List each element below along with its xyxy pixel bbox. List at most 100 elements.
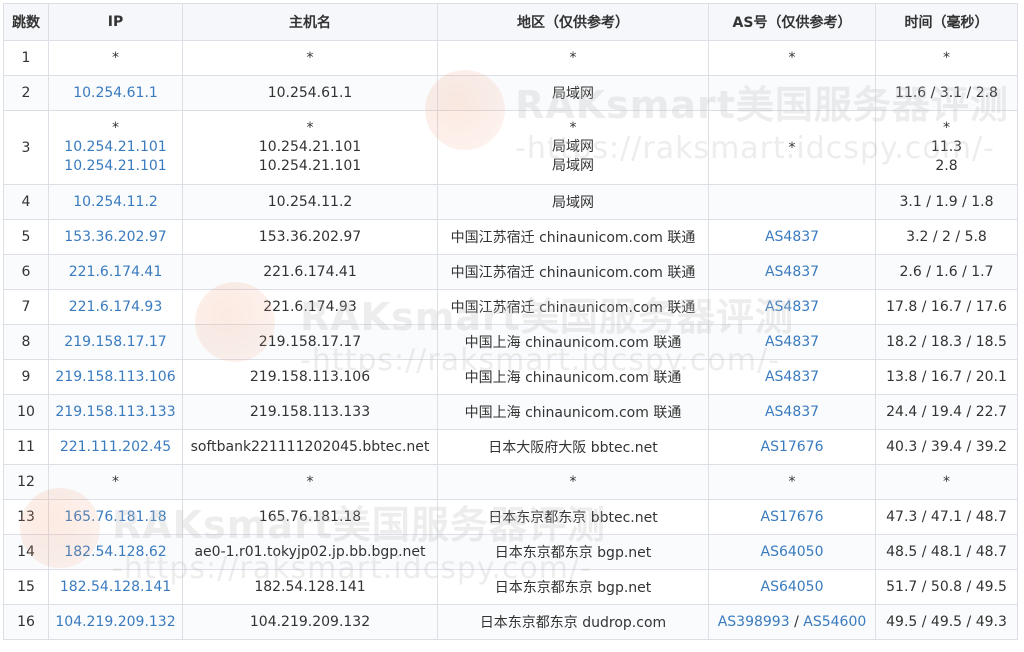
time-text: * [943,474,950,490]
ip-link[interactable]: 153.36.202.97 [64,229,166,245]
hostname-cell: * [182,40,438,76]
hostname-text: 221.6.174.93 [263,299,357,315]
as-text: * [788,139,796,156]
table-row: 5 153.36.202.97 153.36.202.97 中国江苏宿迁 chinau… [3,219,1018,255]
as-link[interactable]: AS4837 [765,299,819,315]
hop-cell: 5 [3,219,49,255]
table-row: 9 219.158.113.106 219.158.113.106 中国上海 chin… [3,359,1018,395]
as-link[interactable]: AS398993 [718,614,790,630]
region-text: 中国江苏宿迁 chinaunicom.com 联通 [450,300,696,316]
region-cell: 中国上海 chinaunicom.com 联通 [437,394,709,430]
ip-link[interactable]: 219.158.113.106 [55,369,175,385]
ip-text: * [112,50,119,66]
region-cell: 中国江苏宿迁 chinaunicom.com 联通 [437,219,709,255]
table-row: 2 10.254.61.1 10.254.61.1 局域网 11.6 / 3.1 / 2… [3,75,1018,111]
ip-cell: 182.54.128.141 [48,569,183,605]
table-row: 7 221.6.174.93 221.6.174.93 中国江苏宿迁 chinauni… [3,289,1018,325]
ip-link[interactable]: 221.6.174.93 [69,299,163,315]
table-row: 11 221.111.202.45 softbank221111202045.bbt… [3,429,1018,465]
time-cell: 11.6 / 3.1 / 2.8 [875,75,1018,111]
region-text: * [569,474,577,490]
time-text: 17.8 / 16.7 / 17.6 [886,299,1007,315]
table-row: 4 10.254.11.2 10.254.11.2 局域网 3.1 / 1.9 / 1.… [3,184,1018,220]
ip-cell: 10.254.61.1 [48,75,183,111]
hostname-text: 10.254.21.101 [258,139,362,155]
header-ip: IP [48,3,183,41]
as-link[interactable]: AS4837 [765,334,819,350]
time-cell: 51.7 / 50.8 / 49.5 [875,569,1018,605]
watermark-logo [195,282,275,362]
as-link[interactable]: AS54600 [803,614,866,630]
ip-link[interactable]: 10.254.21.101 [51,138,180,157]
table-row: 8 219.158.17.17 219.158.17.17 中国上海 chinauni… [3,324,1018,360]
ip-link[interactable]: 219.158.113.133 [55,404,175,420]
time-cell: 3.1 / 1.9 / 1.8 [875,184,1018,220]
time-cell: 17.8 / 16.7 / 17.6 [875,289,1018,325]
table-row: 12 * * * * * [3,464,1018,500]
ip-link[interactable]: 219.158.17.17 [64,334,166,350]
region-cell: * [437,40,709,76]
as-link[interactable]: AS64050 [761,579,824,595]
hop-cell: 1 [3,40,49,76]
time-cell: 3.2 / 2 / 5.8 [875,219,1018,255]
region-text: 中国上海 chinaunicom.com 联通 [464,370,682,386]
time-cell: 47.3 / 47.1 / 48.7 [875,499,1018,535]
as-cell: * [708,110,876,185]
time-cell: 49.5 / 49.5 / 49.3 [875,604,1018,640]
ip-cell: 10.254.11.2 [48,184,183,220]
region-text: 日本东京都东京 bgp.net [494,580,652,596]
hostname-cell: 182.54.128.141 [182,569,438,605]
ip-cell: 219.158.113.106 [48,359,183,395]
region-text: 日本东京都东京 bgp.net [494,545,652,561]
as-separator: / [789,614,804,630]
ip-link[interactable]: 104.219.209.132 [55,614,175,630]
time-cell: * [875,40,1018,76]
hop-cell: 2 [3,75,49,111]
region-text: 日本大阪府大阪 bbtec.net [488,440,658,456]
as-link[interactable]: AS4837 [765,264,819,280]
ip-link[interactable]: 221.111.202.45 [60,439,171,455]
ip-link[interactable]: 182.54.128.141 [60,579,171,595]
time-text: 18.2 / 18.3 / 18.5 [886,334,1007,350]
table-row: 10 219.158.113.133 219.158.113.133 中国上海 chi… [3,394,1018,430]
ip-link[interactable]: 10.254.61.1 [73,85,158,101]
region-text: * [569,50,577,66]
as-link[interactable]: AS17676 [761,509,824,525]
as-cell: AS4837 [708,324,876,360]
hostname-text: 10.254.61.1 [267,85,353,101]
ip-cell: 219.158.17.17 [48,324,183,360]
hostname-text: 10.254.21.101 [258,158,362,174]
time-text: 40.3 / 39.4 / 39.2 [886,439,1007,455]
region-cell: 日本东京都东京 dudrop.com [437,604,709,640]
as-cell: AS64050 [708,569,876,605]
as-cell: AS17676 [708,499,876,535]
as-cell: AS64050 [708,534,876,570]
hostname-cell: 10.254.61.1 [182,75,438,111]
header-region: 地区（仅供参考） [437,3,709,41]
hostname-cell: * 10.254.21.101 10.254.21.101 [182,110,438,185]
hostname-text: 219.158.113.133 [249,404,371,420]
ip-link[interactable]: 10.254.11.2 [73,194,158,210]
region-text: 日本东京都东京 dudrop.com [479,615,667,631]
as-link[interactable]: AS4837 [765,369,819,385]
as-link[interactable]: AS64050 [761,544,824,560]
hop-cell: 10 [3,394,49,430]
hostname-cell: 10.254.11.2 [182,184,438,220]
time-text: 2.6 / 1.6 / 1.7 [899,264,994,280]
hostname-text: * [306,120,314,136]
ip-cell: 153.36.202.97 [48,219,183,255]
as-link[interactable]: AS4837 [765,229,819,245]
region-text: 中国江苏宿迁 chinaunicom.com 联通 [450,230,696,246]
as-link[interactable]: AS17676 [761,439,824,455]
table-row: 16 104.219.209.132 104.219.209.132 日本东京都东京 … [3,604,1018,640]
ip-link[interactable]: 221.6.174.41 [69,264,163,280]
as-link[interactable]: AS4837 [765,404,819,420]
ip-link[interactable]: 10.254.21.101 [51,157,180,176]
ip-text: * [112,474,119,490]
time-cell: 40.3 / 39.4 / 39.2 [875,429,1018,465]
hostname-text: 219.158.113.106 [249,369,371,385]
time-text: 24.4 / 19.4 / 22.7 [886,404,1007,420]
as-cell [708,184,876,220]
hostname-cell: 219.158.113.133 [182,394,438,430]
hostname-cell: softbank221111202045.bbtec.net [182,429,438,465]
